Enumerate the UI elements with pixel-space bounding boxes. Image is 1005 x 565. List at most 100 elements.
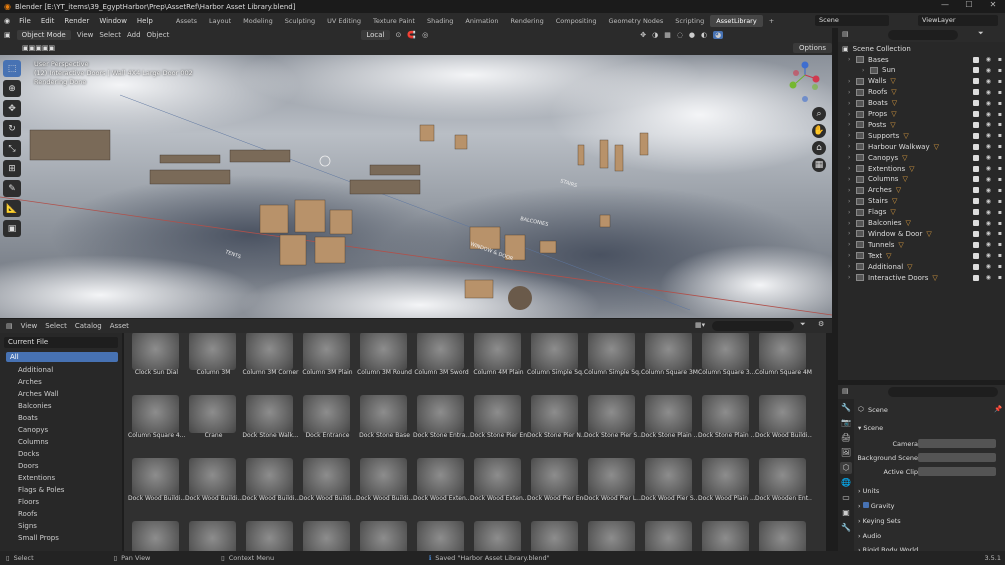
outliner-row[interactable]: › Arches ▽ ◉ ▪ <box>838 185 1005 196</box>
visibility-eye-icon[interactable]: ◉ <box>986 143 991 150</box>
visibility-eye-icon[interactable]: ◉ <box>986 56 991 63</box>
outliner-row[interactable]: › Balconies ▽ ◉ ▪ <box>838 218 1005 229</box>
catalog-item[interactable]: Small Props <box>0 532 122 544</box>
gravity-checkbox[interactable] <box>862 502 869 508</box>
viewport-menu-add[interactable]: Add <box>127 31 141 39</box>
asset-tile[interactable]: Column 3M Plain <box>299 333 354 392</box>
expand-arrow-icon[interactable]: › <box>848 274 856 281</box>
catalog-item[interactable]: Columns <box>0 436 122 448</box>
shading-material-icon[interactable]: ◐ <box>701 31 707 39</box>
expand-arrow-icon[interactable]: › <box>848 56 856 63</box>
tab-assetlibrary[interactable]: AssetLibrary <box>710 14 763 27</box>
tab-shading[interactable]: Shading <box>421 15 459 27</box>
asset-menu-catalog[interactable]: Catalog <box>75 322 102 330</box>
menu-file[interactable]: File <box>14 17 36 25</box>
asset-search-input[interactable] <box>712 321 794 331</box>
outliner-row[interactable]: › Extentions ▽ ◉ ▪ <box>838 163 1005 174</box>
asset-tile[interactable]: Dock Wood Buildi... <box>128 457 185 518</box>
render-camera-icon[interactable]: ▪ <box>998 252 1002 259</box>
render-camera-icon[interactable]: ▪ <box>998 263 1002 270</box>
menu-help[interactable]: Help <box>132 17 158 25</box>
asset-tile[interactable]: Dock Wood Buildi... <box>185 457 242 518</box>
render-camera-icon[interactable]: ▪ <box>998 230 1002 237</box>
asset-tile[interactable]: Column Simple Sq... <box>527 333 584 392</box>
render-camera-icon[interactable]: ▪ <box>998 241 1002 248</box>
exclude-checkbox[interactable] <box>973 132 979 139</box>
visibility-eye-icon[interactable]: ◉ <box>986 100 991 107</box>
outliner-editor-icon[interactable]: ▤ <box>842 30 849 38</box>
render-camera-icon[interactable]: ▪ <box>998 67 1002 74</box>
outliner-row[interactable]: › Supports ▽ ◉ ▪ <box>838 130 1005 141</box>
overlay-toggle-icon[interactable]: ◑ <box>652 31 658 39</box>
tab-sculpting[interactable]: Sculpting <box>279 15 321 27</box>
annotate-icon[interactable]: ✎ <box>3 180 21 197</box>
tab-rendering[interactable]: Rendering <box>505 15 550 27</box>
outliner-row[interactable]: › Walls ▽ ◉ ▪ <box>838 76 1005 87</box>
expand-arrow-icon[interactable]: › <box>848 132 856 139</box>
asset-tile[interactable]: Dock Stone Plain ... <box>641 394 698 455</box>
asset-tile[interactable]: Column 3M <box>185 333 240 392</box>
outliner-row[interactable]: › Sun ◉ ▪ <box>838 65 1005 76</box>
visibility-eye-icon[interactable]: ◉ <box>986 176 991 183</box>
tab-scripting[interactable]: Scripting <box>669 15 710 27</box>
asset-tile[interactable] <box>242 520 297 551</box>
catalog-item[interactable]: Signs <box>0 520 122 532</box>
asset-tile[interactable]: Dock Wood Buildi... <box>356 457 413 518</box>
active-clip-field[interactable] <box>918 467 996 476</box>
world-tab-icon[interactable]: 🌐 <box>840 477 852 489</box>
visibility-eye-icon[interactable]: ◉ <box>986 263 991 270</box>
asset-tile[interactable]: Dock Stone Base <box>356 394 411 455</box>
catalog-item[interactable]: Roofs <box>0 508 122 520</box>
render-camera-icon[interactable]: ▪ <box>998 100 1002 107</box>
render-tab-icon[interactable]: 📷 <box>840 417 852 429</box>
asset-tile[interactable] <box>413 520 468 551</box>
tab-texture-paint[interactable]: Texture Paint <box>367 15 421 27</box>
visibility-eye-icon[interactable]: ◉ <box>986 220 991 227</box>
proportional-edit-icon[interactable]: ◎ <box>422 31 428 39</box>
close-button[interactable]: ✕ <box>981 0 1005 9</box>
tool-tab-icon[interactable]: 🔧 <box>840 402 852 414</box>
asset-tile[interactable] <box>185 520 240 551</box>
render-camera-icon[interactable]: ▪ <box>998 154 1002 161</box>
expand-arrow-icon[interactable]: › <box>848 100 856 107</box>
visibility-eye-icon[interactable]: ◉ <box>986 198 991 205</box>
exclude-checkbox[interactable] <box>973 165 979 172</box>
render-camera-icon[interactable]: ▪ <box>998 274 1002 281</box>
asset-menu-asset[interactable]: Asset <box>110 322 129 330</box>
scene-tab-icon[interactable]: ⬡ <box>840 462 852 474</box>
scene-selector[interactable]: Scene <box>815 15 889 26</box>
pin-icon[interactable]: 📌 <box>994 405 1002 413</box>
asset-tile[interactable]: Column Simple Sq... <box>584 333 641 392</box>
library-dropdown[interactable]: Current File <box>4 337 118 348</box>
gizmo-toggle-icon[interactable]: ✥ <box>640 31 646 39</box>
render-camera-icon[interactable]: ▪ <box>998 176 1002 183</box>
expand-arrow-icon[interactable]: › <box>848 78 856 85</box>
tab-compositing[interactable]: Compositing <box>550 15 603 27</box>
output-tab-icon[interactable]: 🖨 <box>840 432 852 444</box>
asset-menu-select[interactable]: Select <box>45 322 67 330</box>
outliner-row[interactable]: › Canopys ▽ ◉ ▪ <box>838 152 1005 163</box>
mode-dropdown[interactable]: Object Mode <box>16 30 71 40</box>
tab-layout[interactable]: Layout <box>203 15 237 27</box>
expand-arrow-icon[interactable]: › <box>848 154 856 161</box>
asset-tile[interactable]: Dock Wood Pier L... <box>584 457 641 518</box>
move-icon[interactable]: ✥ <box>3 100 21 117</box>
asset-tile[interactable]: Dock Wood Buildi... <box>242 457 299 518</box>
asset-tile[interactable] <box>470 520 525 551</box>
catalog-item[interactable]: Doors <box>0 460 122 472</box>
visibility-eye-icon[interactable]: ◉ <box>986 132 991 139</box>
expand-arrow-icon[interactable]: › <box>848 220 856 227</box>
render-camera-icon[interactable]: ▪ <box>998 78 1002 85</box>
catalog-item[interactable]: Flags & Poles <box>0 484 122 496</box>
asset-tile[interactable]: Dock Wood Exten... <box>470 457 527 518</box>
asset-menu-view[interactable]: View <box>21 322 38 330</box>
exclude-checkbox[interactable] <box>973 274 979 281</box>
select-mode-icons[interactable]: ▣▣▣▣▣ <box>22 44 55 52</box>
expand-arrow-icon[interactable]: › <box>848 230 856 237</box>
transform-icon[interactable]: ⊞ <box>3 160 21 177</box>
asset-tile[interactable]: Dock Wood Pier End <box>527 457 584 518</box>
asset-editor-type-icon[interactable]: ▤ <box>6 322 13 330</box>
outliner-search-input[interactable] <box>888 30 958 40</box>
exclude-checkbox[interactable] <box>973 78 979 85</box>
view-layer-tab-icon[interactable]: 🖼 <box>840 447 852 459</box>
